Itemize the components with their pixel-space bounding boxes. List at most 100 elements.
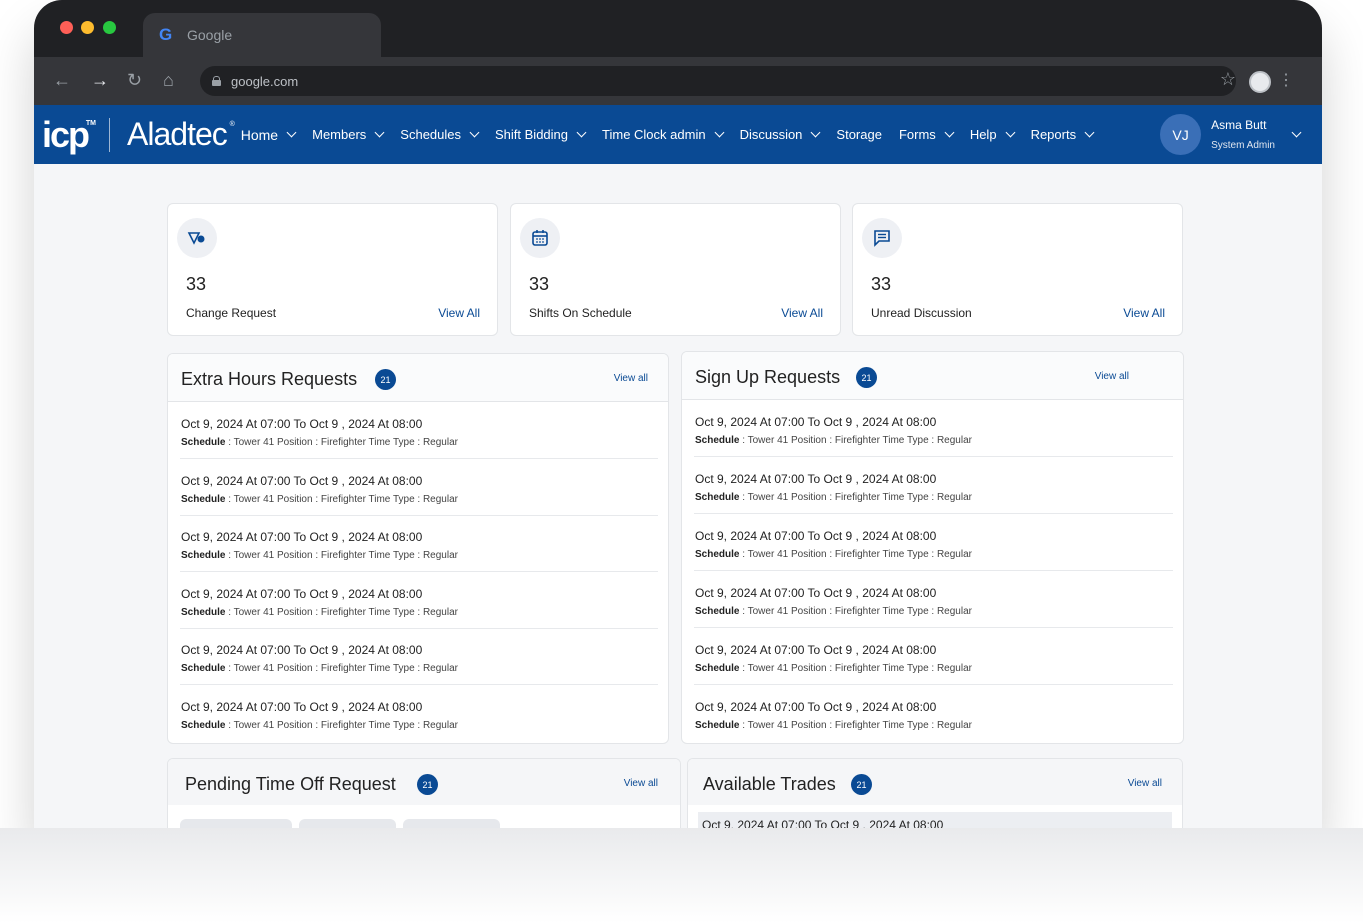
list-item[interactable]: Oct 9, 2024 At 07:00 To Oct 9 , 2024 At … xyxy=(180,515,658,572)
schedule-label: Schedule xyxy=(695,549,740,560)
menu-schedules[interactable]: Schedules xyxy=(400,127,480,142)
minimize-window-button[interactable] xyxy=(81,21,94,34)
reload-icon[interactable]: ↻ xyxy=(127,70,142,91)
request-details: Schedule : Tower 41 Position : Firefight… xyxy=(695,549,972,560)
request-details: Schedule : Tower 41 Position : Firefight… xyxy=(181,494,458,505)
chevron-down-icon xyxy=(576,127,587,138)
detail-text: : Tower 41 Position : Firefighter Time T… xyxy=(225,550,458,561)
stat-label: Unread Discussion xyxy=(871,306,972,320)
list-item[interactable]: Oct 9, 2024 At 07:00 To Oct 9 , 2024 At … xyxy=(698,812,1172,828)
list-item[interactable]: Oct 9, 2024 At 07:00 To Oct 9 , 2024 At … xyxy=(180,572,658,629)
filter-chip[interactable] xyxy=(180,819,292,828)
menu-forms[interactable]: Forms xyxy=(898,127,955,142)
browser-window: G Google ← → ↻ ⌂ google.com ☆ ⋮ icp TM Al… xyxy=(34,0,1322,828)
menu-help[interactable]: Help xyxy=(969,127,1016,142)
detail-text: : Tower 41 Position : Firefighter Time T… xyxy=(739,549,972,560)
view-all-link[interactable]: View all xyxy=(1128,778,1162,789)
user-menu[interactable]: VJ Asma Butt System Admin xyxy=(1160,114,1302,155)
more-menu-icon[interactable]: ⋮ xyxy=(1278,70,1294,90)
request-details: Schedule : Tower 41 Position : Firefight… xyxy=(181,607,458,618)
menu-discussion[interactable]: Discussion xyxy=(740,127,821,142)
list-item[interactable]: Oct 9, 2024 At 07:00 To Oct 9 , 2024 At … xyxy=(694,628,1173,685)
chevron-down-icon xyxy=(714,127,725,138)
list-item[interactable]: Oct 9, 2024 At 07:00 To Oct 9 , 2024 At … xyxy=(180,402,658,459)
user-info: Asma Butt System Admin xyxy=(1211,118,1275,151)
list-item[interactable]: Oct 9, 2024 At 07:00 To Oct 9 , 2024 At … xyxy=(694,400,1173,457)
panel-header: Extra Hours Requests 21 View all xyxy=(168,354,668,402)
menu-shift-bidding[interactable]: Shift Bidding xyxy=(495,127,587,142)
address-bar[interactable]: google.com xyxy=(200,66,1236,96)
panel-title: Extra Hours Requests xyxy=(181,369,358,389)
schedule-label: Schedule xyxy=(695,606,740,617)
available-trades-panel: Available Trades 21 View all Oct 9, 2024… xyxy=(687,758,1183,828)
user-role: System Admin xyxy=(1211,140,1275,151)
request-time: Oct 9, 2024 At 07:00 To Oct 9 , 2024 At … xyxy=(695,415,937,429)
schedule-label: Schedule xyxy=(181,720,226,731)
stat-card-change-request: 33 Change Request View All xyxy=(167,203,498,336)
tab-title: Google xyxy=(187,27,233,43)
menu-storage-label: Storage xyxy=(836,127,882,142)
view-all-link[interactable]: View all xyxy=(614,373,648,384)
stat-label: Shifts On Schedule xyxy=(529,306,632,320)
list-item[interactable]: Oct 9, 2024 At 07:00 To Oct 9 , 2024 At … xyxy=(694,685,1173,742)
google-icon: G xyxy=(159,25,173,44)
bookmark-star-icon[interactable]: ☆ xyxy=(1220,69,1236,90)
chevron-down-icon[interactable] xyxy=(1291,127,1302,138)
menu-shift-bidding-label: Shift Bidding xyxy=(495,127,569,142)
detail-text: : Tower 41 Position : Firefighter Time T… xyxy=(225,494,458,505)
view-all-link[interactable]: View all xyxy=(624,778,658,789)
list-item[interactable]: Oct 9, 2024 At 07:00 To Oct 9 , 2024 At … xyxy=(180,628,658,685)
pending-time-off-panel: Pending Time Off Request 21 View all xyxy=(167,758,681,828)
menu-forms-label: Forms xyxy=(898,127,936,142)
menu-help-label: Help xyxy=(969,127,997,142)
list-item[interactable]: Oct 9, 2024 At 07:00 To Oct 9 , 2024 At … xyxy=(180,459,658,516)
count-badge: 21 xyxy=(851,774,872,795)
list-item[interactable]: Oct 9, 2024 At 07:00 To Oct 9 , 2024 At … xyxy=(180,685,658,742)
chevron-down-icon xyxy=(1084,127,1095,138)
schedule-label: Schedule xyxy=(181,437,226,448)
request-details: Schedule : Tower 41 Position : Firefight… xyxy=(181,720,458,731)
browser-tab[interactable]: G Google xyxy=(143,13,381,57)
list-item[interactable]: Oct 9, 2024 At 07:00 To Oct 9 , 2024 At … xyxy=(694,571,1173,628)
panel-title: Pending Time Off Request xyxy=(185,774,396,794)
view-all-link[interactable]: View All xyxy=(781,306,823,320)
filter-chip[interactable] xyxy=(403,819,500,828)
request-time: Oct 9, 2024 At 07:00 To Oct 9 , 2024 At … xyxy=(695,700,937,714)
close-window-button[interactable] xyxy=(60,21,73,34)
stat-card-shifts-on-schedule: 33 Shifts On Schedule View All xyxy=(510,203,841,336)
menu-schedules-label: Schedules xyxy=(400,127,462,142)
maximize-window-button[interactable] xyxy=(103,21,116,34)
stat-label: Change Request xyxy=(186,306,277,320)
list-item[interactable]: Oct 9, 2024 At 07:00 To Oct 9 , 2024 At … xyxy=(694,457,1173,514)
menu-home[interactable]: Home xyxy=(241,127,297,143)
request-details: Schedule : Tower 41 Position : Firefight… xyxy=(695,663,972,674)
request-time: Oct 9, 2024 At 07:00 To Oct 9 , 2024 At … xyxy=(695,643,937,657)
detail-text: : Tower 41 Position : Firefighter Time T… xyxy=(739,720,972,731)
icp-logo[interactable]: icp TM xyxy=(42,114,96,156)
panel-header: Sign Up Requests 21 View all xyxy=(682,352,1183,400)
menu-time-clock-admin[interactable]: Time Clock admin xyxy=(602,127,725,142)
view-all-link[interactable]: View All xyxy=(438,306,480,320)
panel-header: Pending Time Off Request 21 View all xyxy=(168,759,680,805)
schedule-label: Schedule xyxy=(695,492,740,503)
detail-text: : Tower 41 Position : Firefighter Time T… xyxy=(739,663,972,674)
home-icon[interactable]: ⌂ xyxy=(163,70,174,91)
profile-avatar-icon[interactable] xyxy=(1249,71,1271,93)
view-all-link[interactable]: View all xyxy=(1095,371,1129,382)
list-item[interactable]: Oct 9, 2024 At 07:00 To Oct 9 , 2024 At … xyxy=(694,514,1173,571)
aladtec-logo[interactable]: Aladtec ® xyxy=(127,116,235,153)
detail-text: : Tower 41 Position : Firefighter Time T… xyxy=(225,663,458,674)
avatar[interactable]: VJ xyxy=(1160,114,1202,155)
request-time: Oct 9, 2024 At 07:00 To Oct 9 , 2024 At … xyxy=(695,529,937,543)
app-header: icp TM Aladtec ® Home Members Schedules Sh… xyxy=(34,105,1322,164)
stat-value: 33 xyxy=(529,274,550,294)
request-time: Oct 9, 2024 At 07:00 To Oct 9 , 2024 At … xyxy=(181,587,423,601)
menu-members[interactable]: Members xyxy=(312,127,385,142)
request-details: Schedule : Tower 41 Position : Firefight… xyxy=(695,720,972,731)
back-arrow-icon[interactable]: ← xyxy=(53,70,71,91)
filter-chip[interactable] xyxy=(299,819,396,828)
view-all-link[interactable]: View All xyxy=(1123,306,1165,320)
forward-arrow-icon[interactable]: → xyxy=(91,70,109,91)
menu-storage[interactable]: Storage xyxy=(836,127,882,142)
menu-reports[interactable]: Reports xyxy=(1031,127,1095,142)
